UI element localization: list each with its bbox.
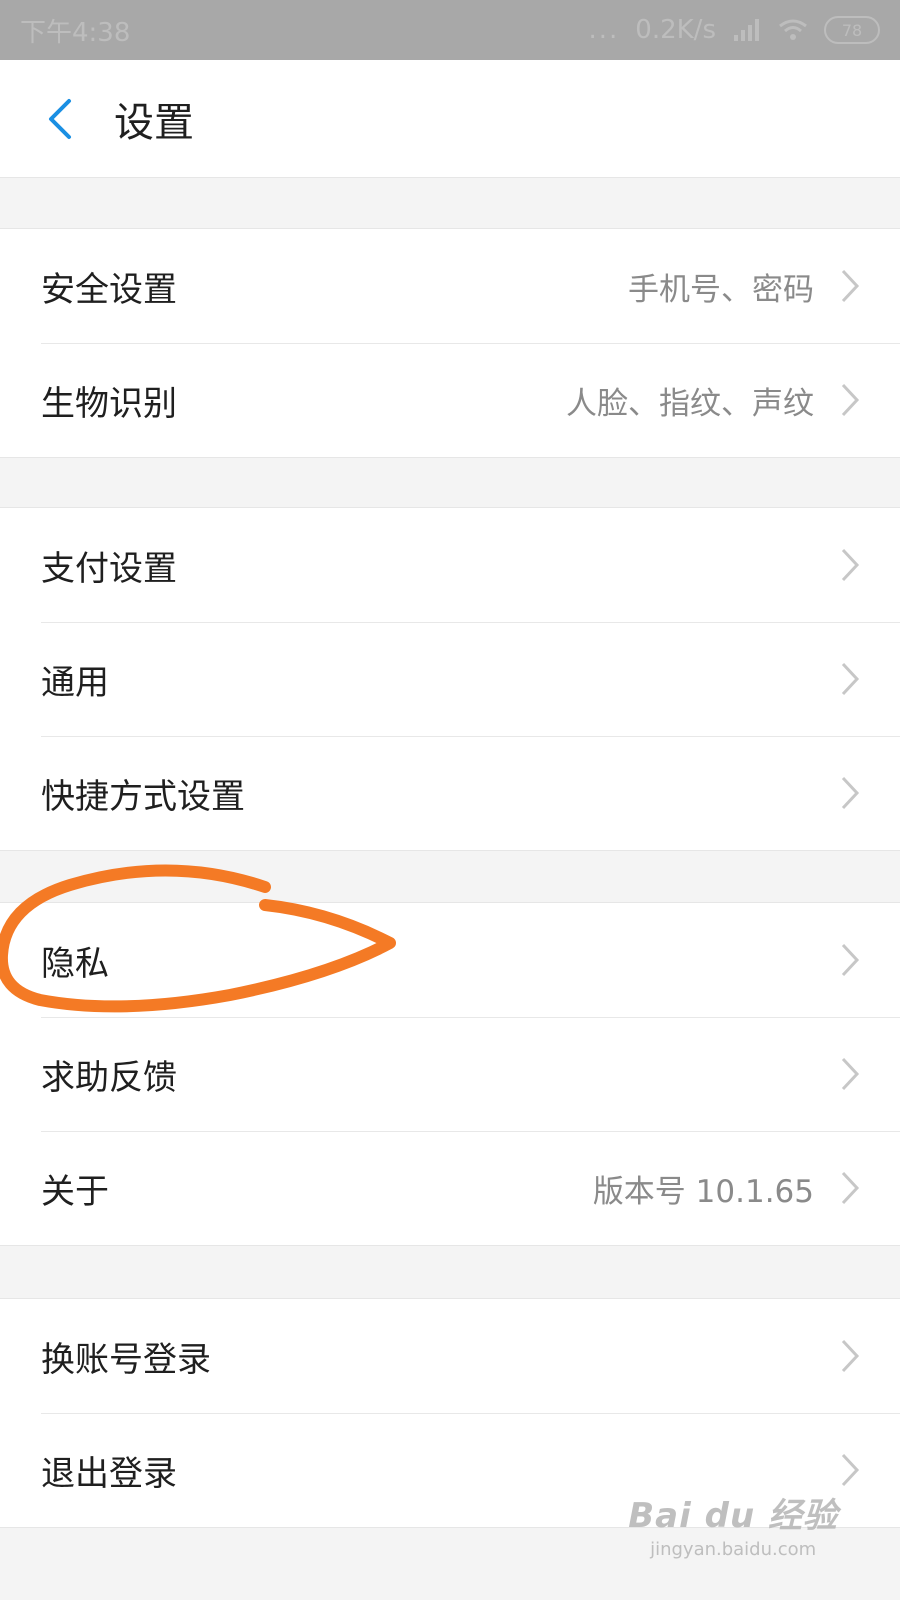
chevron-left-icon [49,98,71,139]
settings-item-label: 生物识别 [41,383,177,424]
chevron-right-icon [841,662,860,696]
settings-group-account: 安全设置 手机号、密码 生物识别 人脸、指纹、声纹 [0,228,900,458]
settings-item-payment[interactable]: 支付设置 [0,508,900,622]
chevron-right-icon [841,1171,860,1205]
settings-item-about[interactable]: 关于 版本号 10.1.65 [0,1131,900,1245]
chevron-right-icon [841,1339,860,1373]
chevron-right-icon [841,943,860,977]
settings-item-label: 支付设置 [41,548,177,589]
watermark-main: Bai du 经验 [628,1496,838,1536]
settings-item-value: 手机号、密码 [628,271,814,308]
network-speed: 0.2K/s [635,15,716,45]
watermark: Bai du 经验 jingyan.baidu.com [628,1488,838,1560]
back-button[interactable] [20,60,100,178]
settings-item-value: 版本号 10.1.65 [592,1173,814,1210]
settings-item-label: 求助反馈 [41,1057,177,1098]
chevron-right-icon [841,383,860,417]
settings-item-security[interactable]: 安全设置 手机号、密码 [0,229,900,343]
settings-item-biometric[interactable]: 生物识别 人脸、指纹、声纹 [0,343,900,457]
settings-item-shortcuts[interactable]: 快捷方式设置 [0,736,900,850]
status-right: ... 0.2K/s 78 [588,15,880,45]
page-title: 设置 [114,99,194,146]
settings-item-label: 安全设置 [41,269,177,310]
settings-item-label: 换账号登录 [41,1339,211,1380]
watermark-sub: jingyan.baidu.com [650,1539,817,1560]
wifi-icon [779,19,807,40]
chevron-right-icon [841,1453,860,1487]
settings-item-label: 快捷方式设置 [41,776,245,817]
header: 设置 [0,60,900,178]
status-time: 下午4:38 [20,17,131,48]
settings-group-general: 支付设置 通用 快捷方式设置 [0,507,900,851]
settings-item-switch-account[interactable]: 换账号登录 [0,1299,900,1413]
status-bar: 下午4:38 ... 0.2K/s 78 [0,0,900,60]
settings-item-label: 通用 [41,662,109,703]
chevron-right-icon [841,548,860,582]
signal-icon [734,19,759,41]
chevron-right-icon [841,269,860,303]
settings-item-help-feedback[interactable]: 求助反馈 [0,1017,900,1131]
settings-item-label: 关于 [41,1171,109,1212]
chevron-right-icon [841,776,860,810]
chevron-right-icon [841,1057,860,1091]
settings-item-value: 人脸、指纹、声纹 [566,385,814,422]
battery-level: 78 [841,20,863,40]
settings-item-privacy[interactable]: 隐私 [0,903,900,1017]
settings-item-label: 隐私 [41,943,109,984]
settings-group-privacy: 隐私 求助反馈 关于 版本号 10.1.65 [0,902,900,1246]
battery-icon: 78 [824,16,880,44]
settings-item-general[interactable]: 通用 [0,622,900,736]
status-dots: ... [588,15,620,45]
